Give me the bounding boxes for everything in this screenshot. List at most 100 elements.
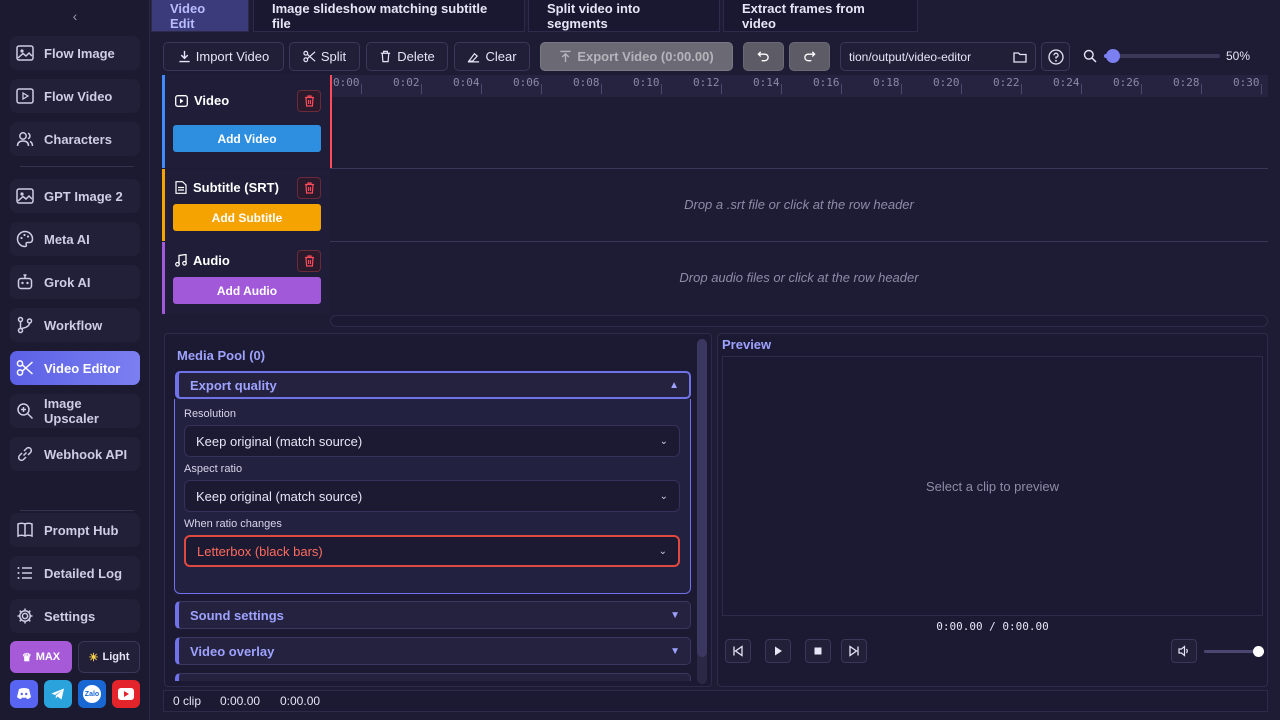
delete-video-track-button[interactable] xyxy=(297,90,321,112)
sidebar-item-webhook-api[interactable]: Webhook API xyxy=(10,437,140,471)
ruler-tick xyxy=(1201,84,1202,94)
volume-slider-fill xyxy=(1204,650,1258,653)
media-pool-title: Media Pool (0) xyxy=(177,348,266,363)
tab-split-video-into-segments[interactable]: Split video into segments xyxy=(528,0,720,32)
chevron-down-icon: ▼ xyxy=(670,645,680,657)
sidebar-item-prompt-hub[interactable]: Prompt Hub xyxy=(10,513,140,547)
skip-forward-icon xyxy=(849,645,859,657)
volume-slider[interactable] xyxy=(1204,646,1264,657)
aspect-ratio-label: Aspect ratio xyxy=(184,463,243,475)
skip-back-button[interactable] xyxy=(725,639,751,663)
output-path-field[interactable]: tion/output/video-editor xyxy=(840,42,1036,71)
aspect-ratio-select[interactable]: Keep original (match source) ⌄ xyxy=(184,480,680,512)
max-badge[interactable]: ♛ MAX xyxy=(10,641,72,673)
folder-icon[interactable] xyxy=(1013,50,1027,64)
ruler-tick xyxy=(361,84,362,94)
next-section-header[interactable] xyxy=(175,673,691,681)
volume-slider-thumb[interactable] xyxy=(1252,646,1264,657)
resolution-select[interactable]: Keep original (match source) ⌄ xyxy=(184,425,680,457)
sidebar-item-flow-image[interactable]: Flow Image xyxy=(10,36,140,70)
preview-canvas[interactable]: Select a clip to preview xyxy=(722,356,1263,616)
image-icon xyxy=(16,188,34,204)
sidebar-item-workflow[interactable]: Workflow xyxy=(10,308,140,342)
ruler-tick-label: 0:12 xyxy=(693,76,720,89)
ruler-tick xyxy=(721,84,722,94)
export-quality-header[interactable]: Export quality ▲ xyxy=(175,371,691,399)
ruler-tick-label: 0:10 xyxy=(633,76,660,89)
play-button[interactable] xyxy=(765,639,791,663)
ruler-tick-label: 0:02 xyxy=(393,76,420,89)
export-video-button[interactable]: Export Video (0:00.00) xyxy=(540,42,733,71)
media-pool-scrollbar[interactable] xyxy=(697,339,707,684)
crown-icon: ♛ xyxy=(21,651,32,664)
sidebar-item-gpt-image-2[interactable]: GPT Image 2 xyxy=(10,179,140,213)
stop-button[interactable] xyxy=(805,639,831,663)
video-overlay-header[interactable]: Video overlay ▼ xyxy=(175,637,691,665)
telegram-icon[interactable] xyxy=(44,680,72,708)
ruler-tick-label: 0:08 xyxy=(573,76,600,89)
stop-icon xyxy=(814,647,822,655)
add-audio-button[interactable]: Add Audio xyxy=(173,277,321,304)
sound-settings-header[interactable]: Sound settings ▼ xyxy=(175,601,691,629)
tab-image-slideshow-matching-subtitle-file[interactable]: Image slideshow matching subtitle file xyxy=(253,0,525,32)
import-video-button[interactable]: Import Video xyxy=(163,42,284,71)
zoom-slider[interactable] xyxy=(1104,49,1220,63)
video-track-title: Video xyxy=(175,93,229,108)
ruler-tick xyxy=(601,84,602,94)
playhead[interactable] xyxy=(330,75,332,168)
skip-back-icon xyxy=(733,645,743,657)
subtitle-drop-hint[interactable]: Drop a .srt file or click at the row hea… xyxy=(330,197,1268,212)
sidebar-item-meta-ai[interactable]: Meta AI xyxy=(10,222,140,256)
chevron-down-icon: ⌄ xyxy=(659,435,668,447)
sidebar-item-image-upscaler[interactable]: Image Upscaler xyxy=(10,394,140,428)
zoom-icon xyxy=(1083,49,1097,63)
add-video-button[interactable]: Add Video xyxy=(173,125,321,152)
ratio-change-select[interactable]: Letterbox (black bars) ⌄ xyxy=(184,535,680,567)
redo-icon xyxy=(804,51,816,62)
skip-forward-button[interactable] xyxy=(841,639,867,663)
ruler-tick-label: 0:22 xyxy=(993,76,1020,89)
sun-icon: ☀ xyxy=(88,651,99,664)
discord-icon[interactable] xyxy=(10,680,38,708)
delete-subtitle-track-button[interactable] xyxy=(297,177,321,199)
ruler-tick-label: 0:28 xyxy=(1173,76,1200,89)
palette-icon xyxy=(16,230,34,248)
sidebar-item-detailed-log[interactable]: Detailed Log xyxy=(10,556,140,590)
sidebar-item-characters[interactable]: Characters xyxy=(10,122,140,156)
collapse-sidebar-icon[interactable]: ‹ xyxy=(66,8,84,24)
split-button[interactable]: Split xyxy=(289,42,360,71)
ruler-tick-label: 0:24 xyxy=(1053,76,1080,89)
delete-button[interactable]: Delete xyxy=(366,42,448,71)
help-button[interactable] xyxy=(1041,42,1070,71)
ruler-tick xyxy=(1081,84,1082,94)
theme-toggle-button[interactable]: ☀ Light xyxy=(78,641,140,673)
zalo-icon[interactable]: Zalo xyxy=(78,680,106,708)
sidebar-item-flow-video[interactable]: Flow Video xyxy=(10,79,140,113)
music-icon xyxy=(175,254,187,267)
clear-button[interactable]: Clear xyxy=(454,42,530,71)
list-icon xyxy=(17,567,32,579)
ruler-tick xyxy=(1261,84,1262,94)
eraser-icon xyxy=(468,52,480,63)
bot-icon xyxy=(17,274,33,290)
ruler-tick xyxy=(541,84,542,94)
volume-button[interactable] xyxy=(1171,639,1197,663)
tab-video-edit[interactable]: Video Edit xyxy=(151,0,249,32)
sidebar-item-grok-ai[interactable]: Grok AI xyxy=(10,265,140,299)
add-subtitle-button[interactable]: Add Subtitle xyxy=(173,204,321,231)
redo-button[interactable] xyxy=(789,42,830,71)
timeline-scrollbar[interactable] xyxy=(330,315,1268,327)
youtube-icon[interactable] xyxy=(112,680,140,708)
tab-extract-frames-from-video[interactable]: Extract frames from video xyxy=(723,0,918,32)
audio-drop-hint[interactable]: Drop audio files or click at the row hea… xyxy=(330,270,1268,285)
zoom-slider-thumb[interactable] xyxy=(1106,49,1121,63)
undo-button[interactable] xyxy=(743,42,784,71)
sidebar-item-settings[interactable]: Settings xyxy=(10,599,140,633)
download-icon xyxy=(179,50,190,63)
ruler-tick xyxy=(661,84,662,94)
preview-title: Preview xyxy=(722,337,772,352)
scrollbar-thumb[interactable] xyxy=(697,339,707,657)
delete-audio-track-button[interactable] xyxy=(297,250,321,272)
sidebar-item-video-editor[interactable]: Video Editor xyxy=(10,351,140,385)
video-track-header[interactable] xyxy=(162,75,330,168)
